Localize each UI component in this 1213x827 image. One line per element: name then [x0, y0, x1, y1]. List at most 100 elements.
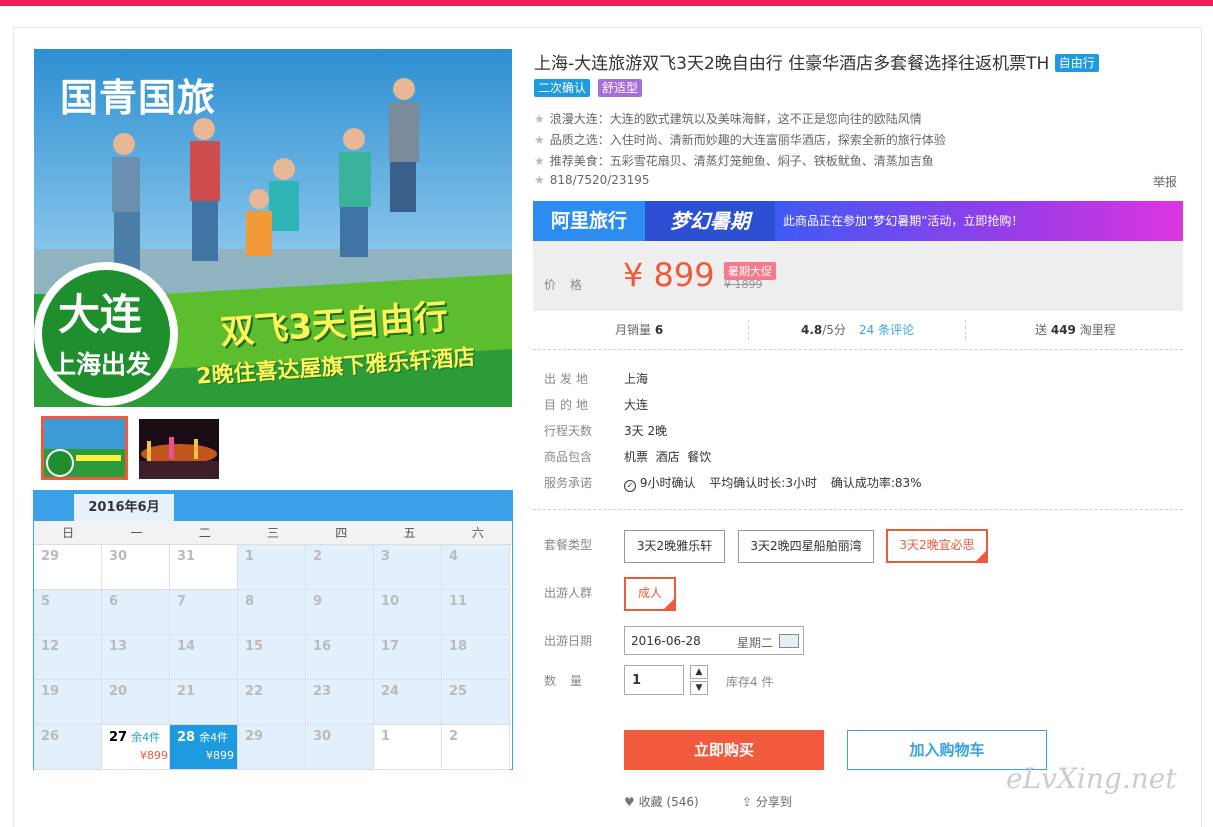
- calendar-weekdays: 日 一 二 三 四 五 六: [34, 521, 512, 545]
- package-option[interactable]: 3天2晚雅乐轩: [624, 530, 725, 563]
- calendar-grid: 29 30 31 1 2 3 4 5 6 7 8 9 10 11 12 13 1…: [34, 545, 512, 770]
- quantity-input[interactable]: 1: [624, 665, 684, 695]
- share-button[interactable]: ⇪ 分享到: [742, 793, 792, 810]
- thumbnail-2[interactable]: [139, 419, 219, 479]
- buy-now-button[interactable]: 立即购买: [624, 730, 824, 770]
- calendar-day: 26: [34, 725, 102, 770]
- feature-item: ★ 品质之选：入住时尚、清新而妙趣的大连富丽华酒店，探索全新的旅行体验: [534, 131, 946, 148]
- calendar-day: 14: [170, 635, 238, 680]
- stock-text: 库存4 件: [726, 675, 774, 689]
- calendar-day: 17: [374, 635, 442, 680]
- price-value: ¥ 899: [623, 256, 715, 294]
- calendar-day: 10: [374, 590, 442, 635]
- calendar-day: 7: [170, 590, 238, 635]
- depart-label: 出发地: [544, 372, 593, 386]
- day-number: 28: [177, 730, 196, 745]
- weekday: 五: [403, 526, 416, 540]
- weekday: 日: [62, 526, 75, 540]
- calendar-day-available[interactable]: 27 余4件 ¥899: [102, 725, 170, 770]
- calendar-icon[interactable]: [779, 634, 799, 648]
- product-title: 上海-大连旅游双飞3天2晚自由行 住豪华酒店多套餐选择往返机票TH 自由行: [534, 49, 1099, 74]
- dest-label: 目的地: [544, 398, 593, 412]
- calendar-day: 30: [306, 725, 374, 770]
- sales-label: 月销量: [615, 323, 652, 337]
- calendar-day: 1: [238, 545, 306, 590]
- includes-value: 机票 酒店 餐饮: [624, 450, 712, 464]
- calendar-day-selected[interactable]: 28 余4件 ¥899: [170, 725, 238, 770]
- dest-value: 大连: [624, 398, 649, 412]
- miles-value: 449: [1050, 323, 1076, 337]
- hero-from: 上海出发: [51, 350, 152, 379]
- report-link[interactable]: 举报: [1153, 173, 1177, 190]
- feature-text: 818/7520/23195: [549, 173, 650, 187]
- monthly-sales: 月销量 6: [615, 312, 663, 348]
- reviews-link[interactable]: 24 条评论: [859, 312, 914, 348]
- qty-up-icon[interactable]: ▲: [690, 665, 708, 679]
- calendar-day: 20: [102, 680, 170, 725]
- tag-free-travel: 自由行: [1054, 54, 1099, 72]
- weekday: 四: [335, 526, 348, 540]
- calendar-day: 30: [102, 545, 170, 590]
- qty-down-icon[interactable]: ▼: [690, 681, 708, 695]
- calendar-day: 9: [306, 590, 374, 635]
- product-tags: 二次确认 舒适型: [534, 79, 642, 97]
- feature-text: 推荐美食：五彩雪花扇贝、清蒸灯笼鲍鱼、焖子、铁板鱿鱼、清蒸加吉鱼: [549, 154, 934, 168]
- tag-comfort: 舒适型: [597, 79, 642, 97]
- heart-icon: ♥: [624, 795, 635, 809]
- thumbnail-1[interactable]: [41, 416, 128, 480]
- calendar-header: 2016年6月: [34, 491, 512, 521]
- weekday: 一: [130, 526, 143, 540]
- calendar-day: 29: [238, 725, 306, 770]
- day-number: 27: [109, 730, 128, 745]
- weekday: 三: [266, 526, 279, 540]
- brand-logo: 国青国旅: [60, 76, 217, 120]
- favorite-button[interactable]: ♥ 收藏 (546): [624, 793, 699, 810]
- package-option[interactable]: 3天2晚四星船舶丽湾: [738, 530, 874, 563]
- calendar-day: 21: [170, 680, 238, 725]
- qty-label: 数量: [544, 674, 597, 688]
- divider: [748, 320, 749, 340]
- hero-city: 大连: [58, 290, 143, 339]
- promo-banner[interactable]: 阿里旅行 梦幻暑期 此商品正在参加“梦幻暑期”活动，立即抢购！: [533, 201, 1183, 241]
- day-stock: 余4件: [199, 731, 229, 744]
- calendar-day: 2: [306, 545, 374, 590]
- calendar-day: 19: [34, 680, 102, 725]
- date-label: 出游日期: [544, 634, 593, 648]
- top-bar: [0, 0, 1213, 6]
- depart-value: 上海: [624, 372, 649, 386]
- service-avg: 平均确认时长:3小时: [709, 476, 817, 490]
- calendar-day: 12: [34, 635, 102, 680]
- service-confirm: 9小时确认: [639, 476, 696, 490]
- calendar-day: 6: [102, 590, 170, 635]
- calendar-month: 2016年6月: [74, 494, 174, 521]
- calendar-day: 29: [34, 545, 102, 590]
- calendar-day: 8: [238, 590, 306, 635]
- days-value: 3天 2晚: [624, 424, 668, 438]
- feature-item: ★ 推荐美食：五彩雪花扇贝、清蒸灯笼鲍鱼、焖子、铁板鱿鱼、清蒸加吉鱼: [534, 152, 934, 169]
- service-rate: 确认成功率:83%: [830, 476, 922, 490]
- tag-confirm: 二次确认: [534, 79, 591, 97]
- service-values: ✓ 9小时确认 平均确认时长:3小时 确认成功率:83%: [624, 474, 922, 492]
- days-label: 行程天数: [544, 424, 593, 438]
- date-value: 2016-06-28: [631, 634, 701, 648]
- calendar-day: 18: [442, 635, 510, 680]
- promo-text: 此商品正在参加“梦幻暑期”活动，立即抢购！: [783, 214, 1024, 228]
- calendar-day: 13: [102, 635, 170, 680]
- miles-suffix: 淘里程: [1079, 323, 1116, 337]
- original-price: ¥ 1899: [724, 278, 763, 291]
- calendar-day: 1: [374, 725, 442, 770]
- includes-label: 商品包含: [544, 450, 593, 464]
- people-option-selected[interactable]: 成人: [624, 577, 676, 611]
- date-input[interactable]: 2016-06-28 星期二: [624, 626, 804, 655]
- star-icon: ★: [534, 112, 545, 126]
- check-icon: ✓: [624, 480, 636, 492]
- divider: [965, 320, 966, 340]
- calendar-day: 31: [170, 545, 238, 590]
- stats-bar: 月销量 6 4.8/5分 24 条评论 送 449 淘里程: [533, 312, 1183, 350]
- date-weekday: 星期二: [737, 636, 774, 650]
- price-calendar: 2016年6月 日 一 二 三 四 五 六 29 30 31 1 2 3 4 5…: [33, 490, 513, 770]
- miles: 送 449 淘里程: [1035, 312, 1116, 348]
- day-price: ¥899: [206, 749, 234, 762]
- share-icon: ⇪: [742, 795, 753, 809]
- package-option-selected[interactable]: 3天2晚宜必思: [886, 529, 988, 563]
